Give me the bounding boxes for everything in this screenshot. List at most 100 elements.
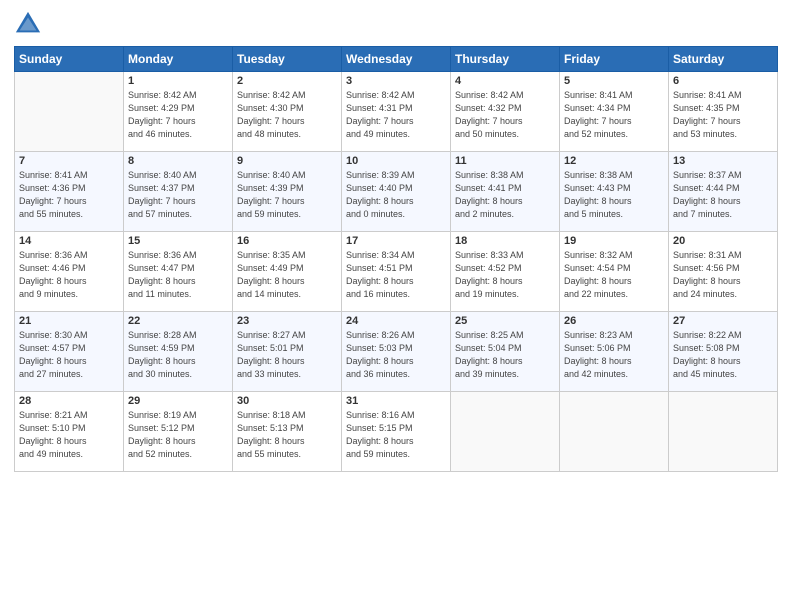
day-info: Sunrise: 8:33 AM Sunset: 4:52 PM Dayligh… bbox=[455, 249, 555, 301]
day-info: Sunrise: 8:41 AM Sunset: 4:34 PM Dayligh… bbox=[564, 89, 664, 141]
calendar-cell: 1 Sunrise: 8:42 AM Sunset: 4:29 PM Daylig… bbox=[124, 72, 233, 152]
day-number: 21 bbox=[19, 315, 119, 327]
header bbox=[14, 10, 778, 38]
day-info: Sunrise: 8:42 AM Sunset: 4:32 PM Dayligh… bbox=[455, 89, 555, 141]
col-header-sunday: Sunday bbox=[15, 47, 124, 72]
col-header-monday: Monday bbox=[124, 47, 233, 72]
day-number: 23 bbox=[237, 315, 337, 327]
day-number: 10 bbox=[346, 155, 446, 167]
day-info: Sunrise: 8:32 AM Sunset: 4:54 PM Dayligh… bbox=[564, 249, 664, 301]
day-info: Sunrise: 8:42 AM Sunset: 4:29 PM Dayligh… bbox=[128, 89, 228, 141]
calendar-cell: 15 Sunrise: 8:36 AM Sunset: 4:47 PM Dayli… bbox=[124, 232, 233, 312]
calendar-cell: 20 Sunrise: 8:31 AM Sunset: 4:56 PM Dayli… bbox=[669, 232, 778, 312]
day-number: 5 bbox=[564, 75, 664, 87]
day-info: Sunrise: 8:36 AM Sunset: 4:47 PM Dayligh… bbox=[128, 249, 228, 301]
day-info: Sunrise: 8:16 AM Sunset: 5:15 PM Dayligh… bbox=[346, 409, 446, 461]
calendar-cell: 26 Sunrise: 8:23 AM Sunset: 5:06 PM Dayli… bbox=[560, 312, 669, 392]
day-info: Sunrise: 8:22 AM Sunset: 5:08 PM Dayligh… bbox=[673, 329, 773, 381]
calendar-cell: 12 Sunrise: 8:38 AM Sunset: 4:43 PM Dayli… bbox=[560, 152, 669, 232]
day-number: 20 bbox=[673, 235, 773, 247]
calendar-cell: 13Sunrise: 8:37 AM Sunset: 4:44 PM Dayli… bbox=[669, 152, 778, 232]
calendar-cell: 5 Sunrise: 8:41 AM Sunset: 4:34 PM Daylig… bbox=[560, 72, 669, 152]
day-info: Sunrise: 8:27 AM Sunset: 5:01 PM Dayligh… bbox=[237, 329, 337, 381]
calendar-cell: 2 Sunrise: 8:42 AM Sunset: 4:30 PM Daylig… bbox=[233, 72, 342, 152]
day-info: Sunrise: 8:36 AM Sunset: 4:46 PM Dayligh… bbox=[19, 249, 119, 301]
calendar-cell: 29 Sunrise: 8:19 AM Sunset: 5:12 PM Dayli… bbox=[124, 392, 233, 472]
day-info: Sunrise: 8:35 AM Sunset: 4:49 PM Dayligh… bbox=[237, 249, 337, 301]
calendar-cell: 11 Sunrise: 8:38 AM Sunset: 4:41 PM Dayli… bbox=[451, 152, 560, 232]
day-number: 26 bbox=[564, 315, 664, 327]
logo bbox=[14, 10, 46, 38]
day-info: Sunrise: 8:38 AM Sunset: 4:41 PM Dayligh… bbox=[455, 169, 555, 221]
calendar-cell: 7Sunrise: 8:41 AM Sunset: 4:36 PM Daylig… bbox=[15, 152, 124, 232]
day-number: 25 bbox=[455, 315, 555, 327]
day-number: 16 bbox=[237, 235, 337, 247]
day-number: 9 bbox=[237, 155, 337, 167]
col-header-friday: Friday bbox=[560, 47, 669, 72]
day-info: Sunrise: 8:26 AM Sunset: 5:03 PM Dayligh… bbox=[346, 329, 446, 381]
day-number: 13 bbox=[673, 155, 773, 167]
day-number: 14 bbox=[19, 235, 119, 247]
calendar-cell: 21 Sunrise: 8:30 AM Sunset: 4:57 PM Dayli… bbox=[15, 312, 124, 392]
day-number: 22 bbox=[128, 315, 228, 327]
day-number: 7 bbox=[19, 155, 119, 167]
day-info: Sunrise: 8:39 AM Sunset: 4:40 PM Dayligh… bbox=[346, 169, 446, 221]
day-info: Sunrise: 8:30 AM Sunset: 4:57 PM Dayligh… bbox=[19, 329, 119, 381]
calendar-table: SundayMondayTuesdayWednesdayThursdayFrid… bbox=[14, 46, 778, 472]
day-number: 1 bbox=[128, 75, 228, 87]
day-info: Sunrise: 8:41 AM Sunset: 4:35 PM Dayligh… bbox=[673, 89, 773, 141]
calendar-cell: 14 Sunrise: 8:36 AM Sunset: 4:46 PM Dayli… bbox=[15, 232, 124, 312]
day-info: Sunrise: 8:34 AM Sunset: 4:51 PM Dayligh… bbox=[346, 249, 446, 301]
calendar-cell: 4 Sunrise: 8:42 AM Sunset: 4:32 PM Daylig… bbox=[451, 72, 560, 152]
day-info: Sunrise: 8:19 AM Sunset: 5:12 PM Dayligh… bbox=[128, 409, 228, 461]
day-number: 31 bbox=[346, 395, 446, 407]
calendar-cell: 8 Sunrise: 8:40 AM Sunset: 4:37 PM Daylig… bbox=[124, 152, 233, 232]
calendar-cell bbox=[669, 392, 778, 472]
week-row-4: 28 Sunrise: 8:21 AM Sunset: 5:10 PM Dayli… bbox=[15, 392, 778, 472]
day-number: 12 bbox=[564, 155, 664, 167]
day-info: Sunrise: 8:40 AM Sunset: 4:39 PM Dayligh… bbox=[237, 169, 337, 221]
day-number: 15 bbox=[128, 235, 228, 247]
day-number: 28 bbox=[19, 395, 119, 407]
day-info: Sunrise: 8:25 AM Sunset: 5:04 PM Dayligh… bbox=[455, 329, 555, 381]
day-info: Sunrise: 8:31 AM Sunset: 4:56 PM Dayligh… bbox=[673, 249, 773, 301]
day-number: 24 bbox=[346, 315, 446, 327]
page-container: SundayMondayTuesdayWednesdayThursdayFrid… bbox=[0, 0, 792, 480]
day-number: 4 bbox=[455, 75, 555, 87]
day-info: Sunrise: 8:40 AM Sunset: 4:37 PM Dayligh… bbox=[128, 169, 228, 221]
col-header-tuesday: Tuesday bbox=[233, 47, 342, 72]
day-info: Sunrise: 8:23 AM Sunset: 5:06 PM Dayligh… bbox=[564, 329, 664, 381]
calendar-cell: 3 Sunrise: 8:42 AM Sunset: 4:31 PM Daylig… bbox=[342, 72, 451, 152]
day-number: 6 bbox=[673, 75, 773, 87]
week-row-2: 14 Sunrise: 8:36 AM Sunset: 4:46 PM Dayli… bbox=[15, 232, 778, 312]
day-info: Sunrise: 8:38 AM Sunset: 4:43 PM Dayligh… bbox=[564, 169, 664, 221]
calendar-cell: 23 Sunrise: 8:27 AM Sunset: 5:01 PM Dayli… bbox=[233, 312, 342, 392]
calendar-cell: 16 Sunrise: 8:35 AM Sunset: 4:49 PM Dayli… bbox=[233, 232, 342, 312]
day-info: Sunrise: 8:21 AM Sunset: 5:10 PM Dayligh… bbox=[19, 409, 119, 461]
day-info: Sunrise: 8:28 AM Sunset: 4:59 PM Dayligh… bbox=[128, 329, 228, 381]
week-row-0: 1 Sunrise: 8:42 AM Sunset: 4:29 PM Daylig… bbox=[15, 72, 778, 152]
day-number: 8 bbox=[128, 155, 228, 167]
day-number: 2 bbox=[237, 75, 337, 87]
day-info: Sunrise: 8:18 AM Sunset: 5:13 PM Dayligh… bbox=[237, 409, 337, 461]
calendar-cell bbox=[560, 392, 669, 472]
day-number: 29 bbox=[128, 395, 228, 407]
calendar-cell bbox=[451, 392, 560, 472]
calendar-cell: 22 Sunrise: 8:28 AM Sunset: 4:59 PM Dayli… bbox=[124, 312, 233, 392]
calendar-cell: 9 Sunrise: 8:40 AM Sunset: 4:39 PM Daylig… bbox=[233, 152, 342, 232]
calendar-cell: 18Sunrise: 8:33 AM Sunset: 4:52 PM Dayli… bbox=[451, 232, 560, 312]
calendar-cell: 6 Sunrise: 8:41 AM Sunset: 4:35 PM Daylig… bbox=[669, 72, 778, 152]
header-row: SundayMondayTuesdayWednesdayThursdayFrid… bbox=[15, 47, 778, 72]
week-row-3: 21 Sunrise: 8:30 AM Sunset: 4:57 PM Dayli… bbox=[15, 312, 778, 392]
calendar-cell: 27Sunrise: 8:22 AM Sunset: 5:08 PM Dayli… bbox=[669, 312, 778, 392]
week-row-1: 7Sunrise: 8:41 AM Sunset: 4:36 PM Daylig… bbox=[15, 152, 778, 232]
day-number: 11 bbox=[455, 155, 555, 167]
calendar-cell: 25 Sunrise: 8:25 AM Sunset: 5:04 PM Dayli… bbox=[451, 312, 560, 392]
day-info: Sunrise: 8:42 AM Sunset: 4:30 PM Dayligh… bbox=[237, 89, 337, 141]
calendar-cell: 17Sunrise: 8:34 AM Sunset: 4:51 PM Dayli… bbox=[342, 232, 451, 312]
day-info: Sunrise: 8:42 AM Sunset: 4:31 PM Dayligh… bbox=[346, 89, 446, 141]
calendar-cell: 10 Sunrise: 8:39 AM Sunset: 4:40 PM Dayli… bbox=[342, 152, 451, 232]
col-header-thursday: Thursday bbox=[451, 47, 560, 72]
day-number: 3 bbox=[346, 75, 446, 87]
calendar-cell: 28 Sunrise: 8:21 AM Sunset: 5:10 PM Dayli… bbox=[15, 392, 124, 472]
